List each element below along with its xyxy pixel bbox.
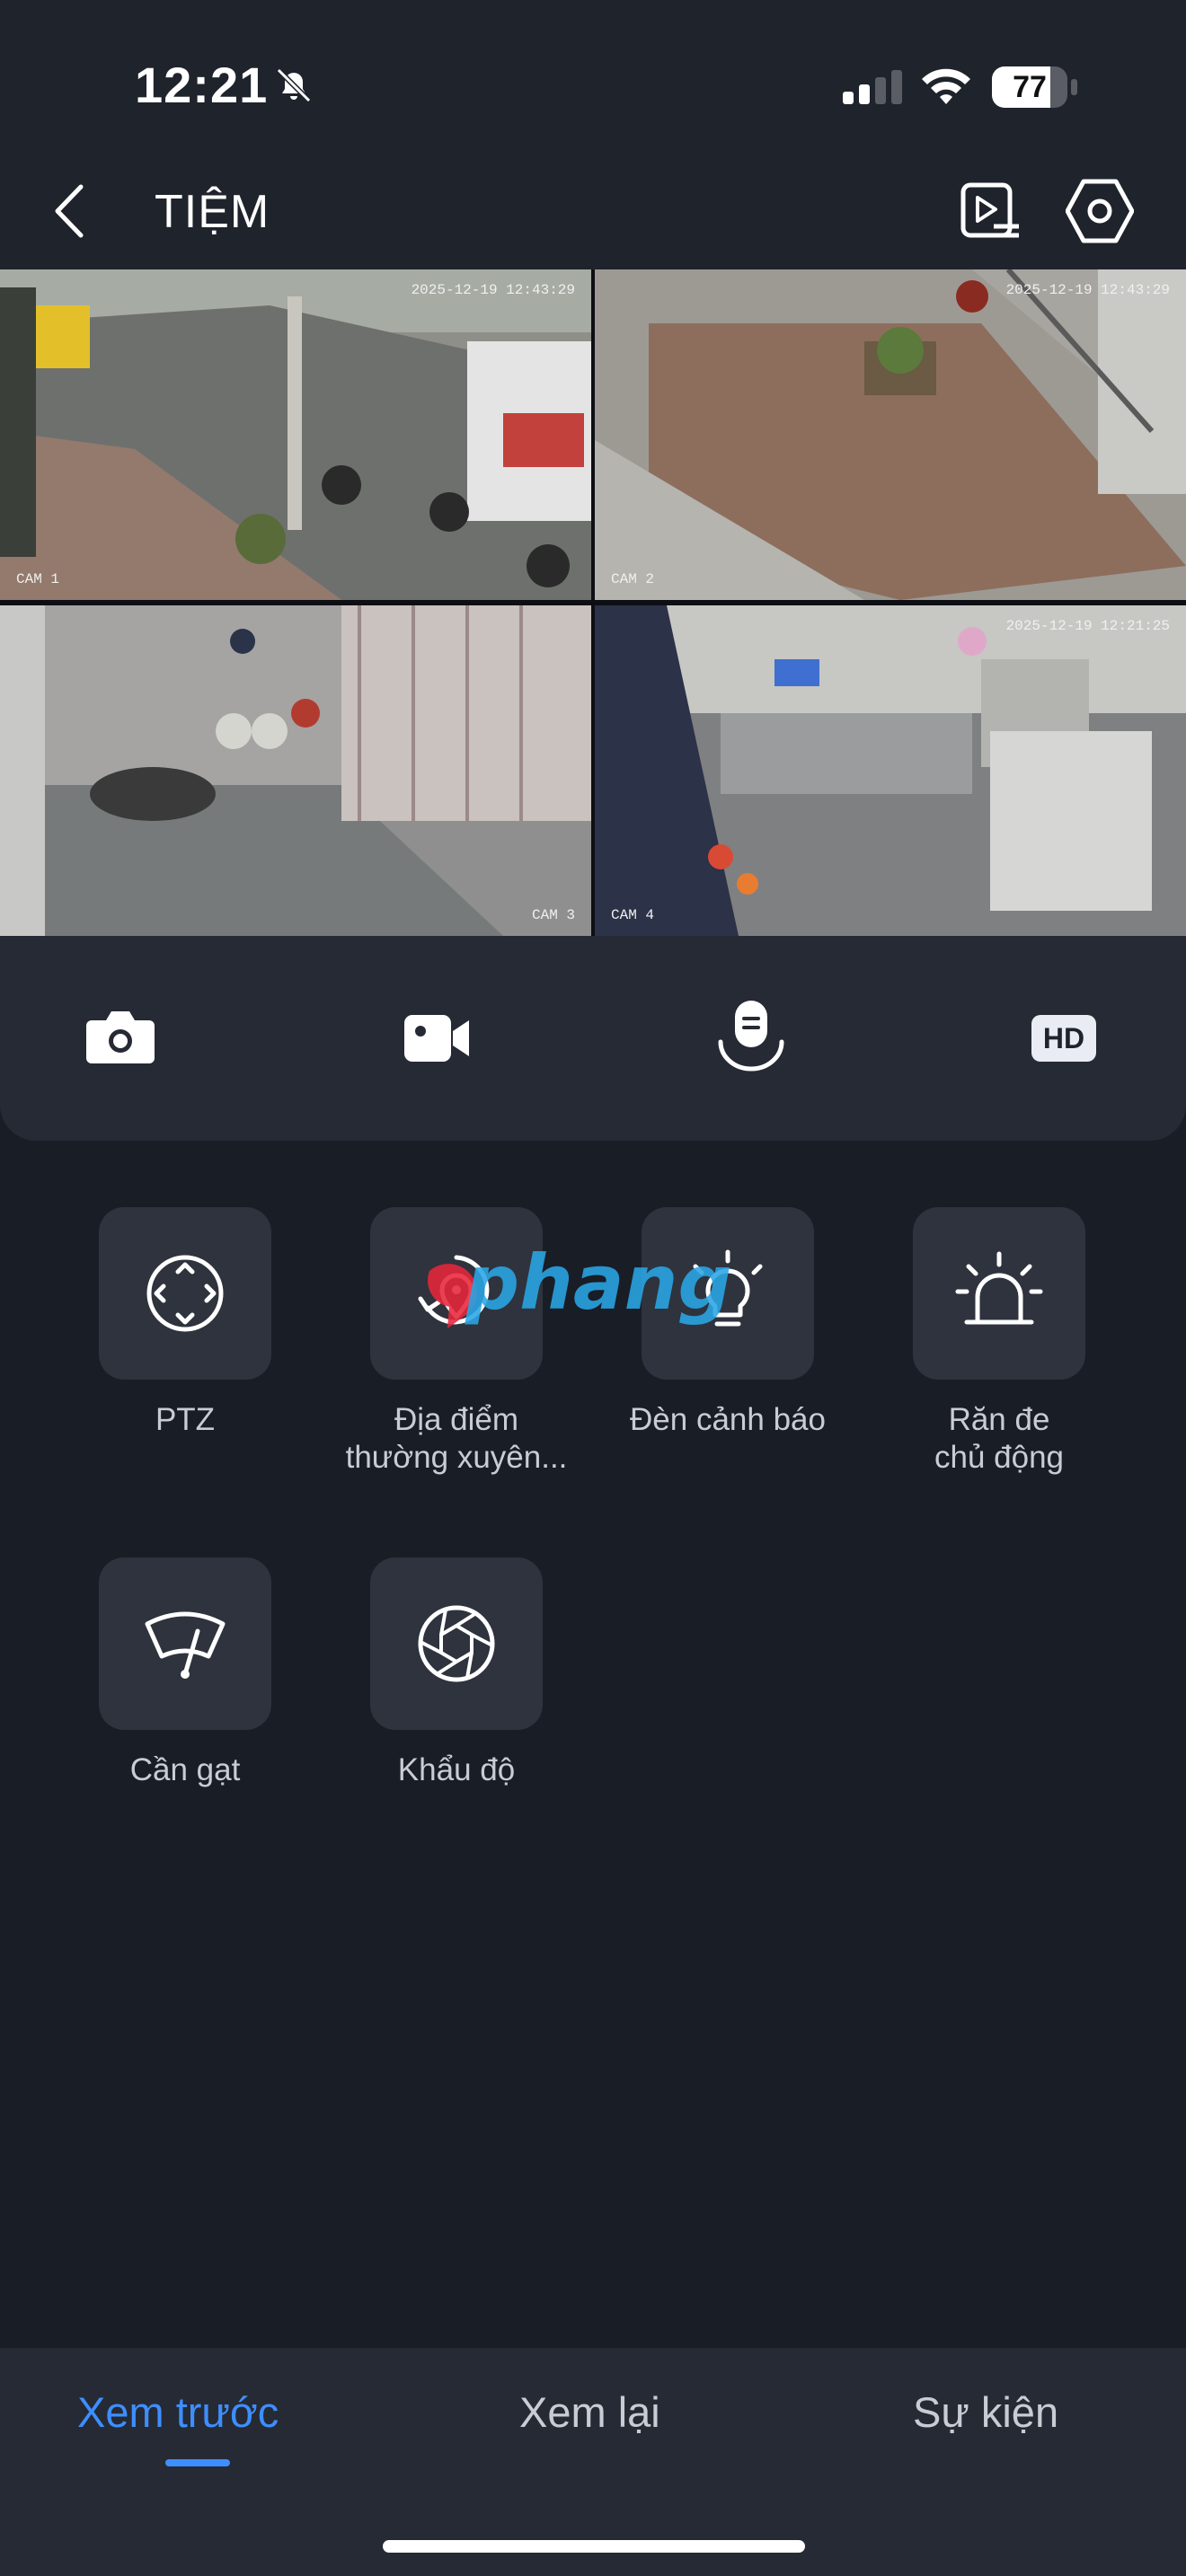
feature-label: Khẩu độ [397, 1752, 516, 1787]
camera-feed-3[interactable]: CAM 3 [0, 605, 591, 936]
feature-tile[interactable] [99, 1207, 271, 1380]
cellular-signal-icon [843, 70, 902, 104]
camera-feed-1[interactable]: 2025-12-19 12:43:29 CAM 1 [0, 269, 591, 600]
page-title: TIỆM [155, 186, 270, 238]
feature-tile[interactable] [370, 1557, 543, 1730]
siren-icon [955, 1251, 1043, 1325]
feature-tile[interactable] [642, 1207, 814, 1380]
camera-timestamp: 2025-12-19 12:21:25 [1005, 618, 1170, 634]
camera-feed-4[interactable]: 2025-12-19 12:21:25 CAM 4 [595, 605, 1186, 936]
camera-timestamp: 2025-12-19 12:43:29 [411, 282, 575, 298]
ptz-icon [146, 1255, 224, 1332]
aperture-icon [418, 1605, 495, 1682]
playback-icon[interactable] [960, 181, 1022, 241]
battery-percent: 77 [1013, 70, 1047, 104]
camera-grid: 2025-12-19 12:43:29 CAM 1 2025-12-19 12:… [0, 269, 1186, 936]
battery-indicator: 77 [992, 66, 1078, 108]
talk-microphone-icon[interactable] [715, 997, 787, 1074]
wiper-icon [145, 1611, 226, 1679]
camera-snapshot-icon[interactable] [84, 1004, 156, 1067]
feature-tile[interactable] [99, 1557, 271, 1730]
settings-icon[interactable] [1066, 178, 1134, 244]
feature-label: Địa điểm thường xuyên... [345, 1402, 568, 1475]
video-record-icon[interactable] [403, 1011, 471, 1065]
feature-label: Cần gạt [129, 1752, 241, 1787]
quality-hd-button[interactable]: HD [1031, 1015, 1096, 1062]
camera-label: CAM 2 [611, 571, 655, 587]
tab-playback[interactable]: Xem lại [519, 2387, 660, 2437]
camera-feed-2[interactable]: 2025-12-19 12:43:29 CAM 2 [595, 269, 1186, 600]
camera-4-image [595, 605, 1186, 936]
camera-label: CAM 1 [16, 571, 60, 587]
camera-label: CAM 3 [531, 907, 575, 923]
tab-preview[interactable]: Xem trước [77, 2387, 279, 2437]
camera-2-image [595, 269, 1186, 600]
camera-3-image [0, 605, 591, 936]
camera-timestamp: 2025-12-19 12:43:29 [1005, 282, 1170, 298]
feature-label: Răn đe chủ động [934, 1402, 1065, 1475]
feature-label: PTZ [155, 1402, 216, 1437]
wifi-icon [922, 68, 970, 104]
bell-muted-icon [276, 67, 312, 103]
home-indicator[interactable] [383, 2540, 805, 2553]
warning-light-icon [693, 1249, 763, 1327]
camera-1-image [0, 269, 591, 600]
feature-label: Đèn cảnh báo [630, 1402, 826, 1437]
location-icon [418, 1255, 490, 1325]
feature-tile[interactable] [370, 1207, 543, 1380]
live-toolbar [0, 936, 1186, 1141]
feature-tile[interactable] [913, 1207, 1085, 1380]
camera-label: CAM 4 [611, 907, 655, 923]
back-icon[interactable] [47, 180, 92, 243]
tab-events[interactable]: Sự kiện [913, 2387, 1058, 2437]
active-tab-indicator [165, 2459, 230, 2466]
status-time: 12:21 [135, 57, 269, 113]
